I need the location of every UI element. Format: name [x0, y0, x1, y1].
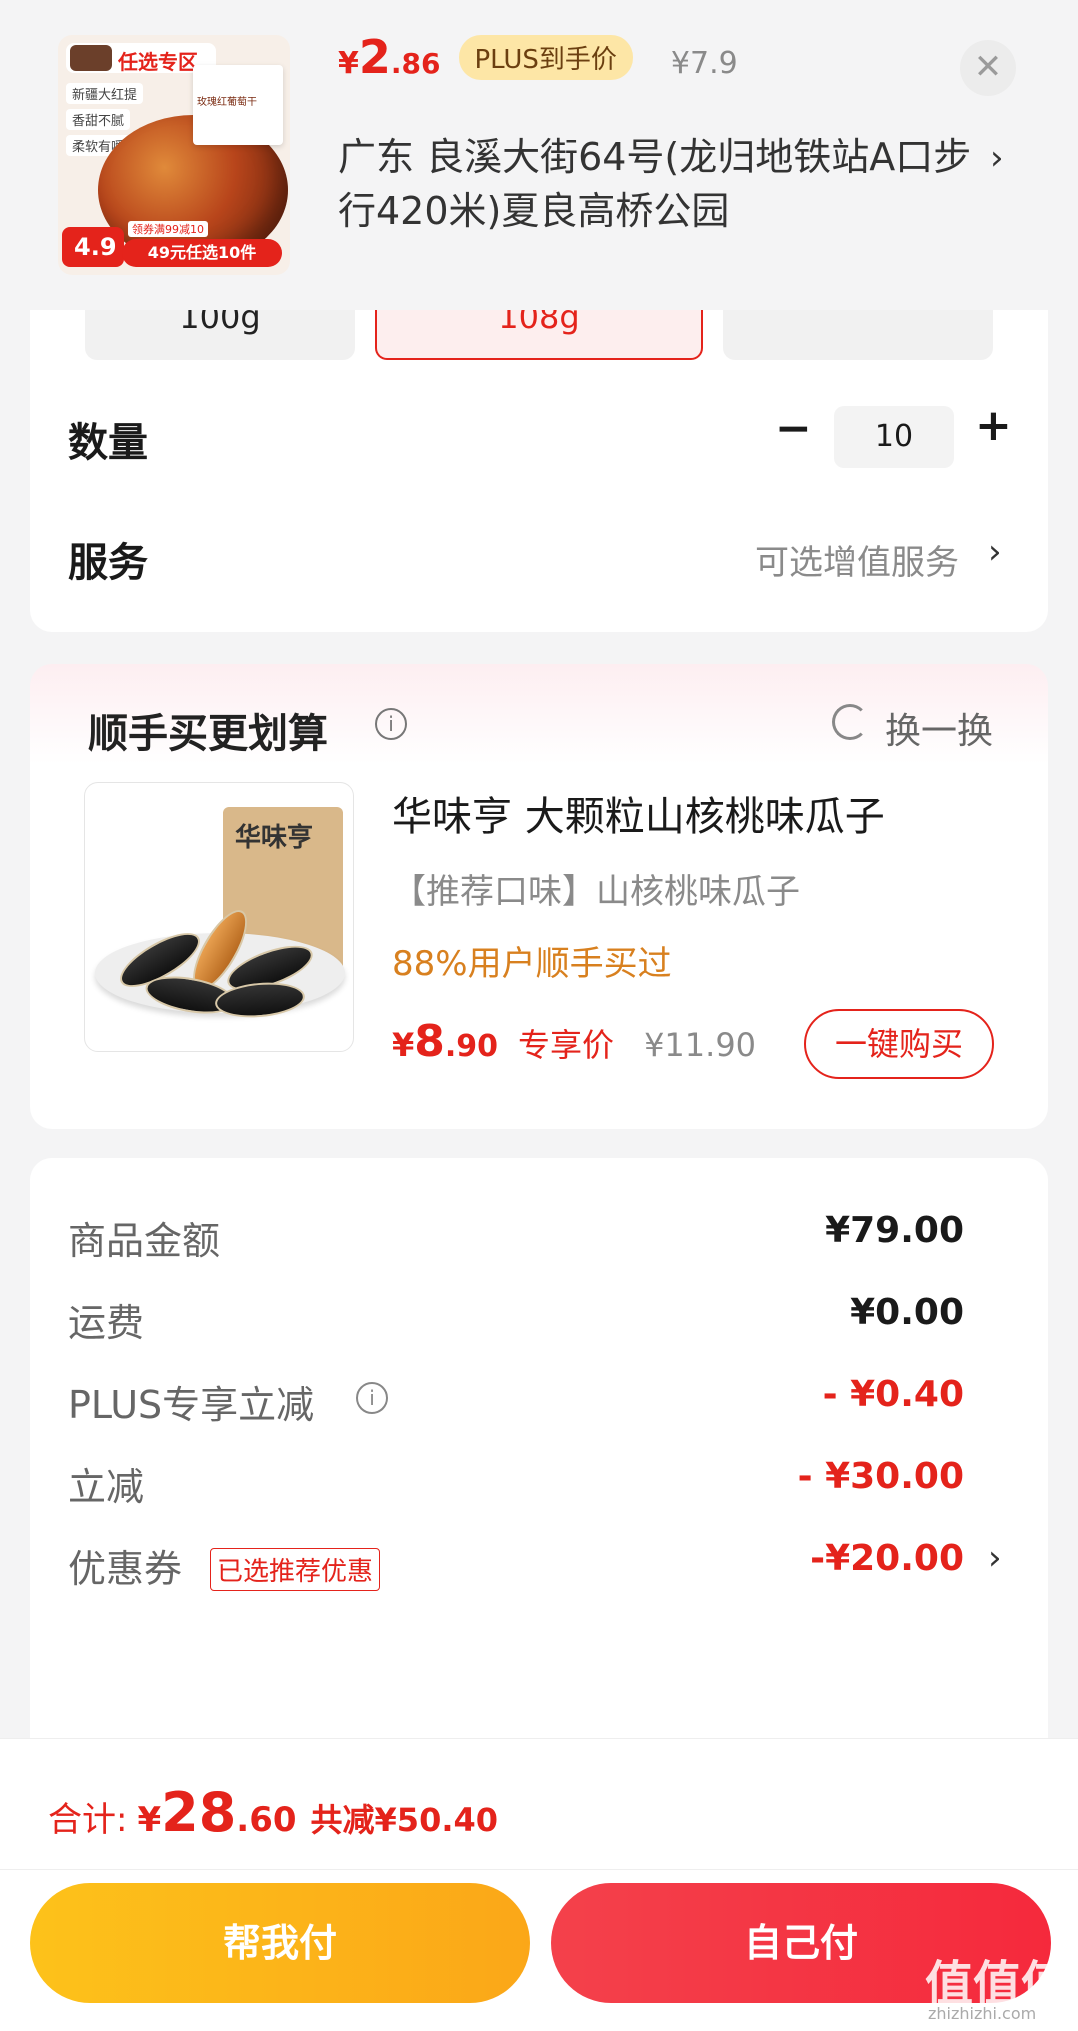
shipping-value: ¥0.00: [850, 1292, 964, 1333]
price-integer: 8: [414, 1016, 445, 1067]
quantity-minus-button[interactable]: −: [775, 403, 812, 454]
refresh-button[interactable]: 换一换: [885, 702, 993, 754]
goods-amount-value: ¥79.00: [825, 1210, 964, 1251]
coupon-hint: 领券满99减10: [128, 221, 208, 237]
shipping-label: 运费: [68, 1301, 145, 1345]
promo-zone-label: 任选专区: [118, 50, 198, 74]
chevron-right-icon[interactable]: ›: [988, 1538, 1002, 1578]
price-currency: ¥: [338, 46, 359, 81]
watermark-url: zhizhizhi.com: [928, 2004, 1037, 2023]
recommendation-card: 顺手买更划算 i 换一换 华味亨 华味亨 大颗粒山核桃味瓜子 【推荐口味】山核桃…: [30, 664, 1048, 1129]
shipping-address[interactable]: 广东 良溪大街64号(龙归地铁站A口步行420米)夏良高桥公园: [338, 130, 978, 238]
package-label: 玫瑰红葡萄干: [197, 97, 257, 108]
price-currency: ¥: [392, 1026, 415, 1064]
price-line: ¥ 2 .86 PLUS到手价 ¥7.9: [338, 30, 738, 90]
summary-row-discount: 立减 - ¥30.00: [30, 1456, 1048, 1516]
price-decimal: .86: [390, 47, 441, 80]
coupon-label: 优惠券: [68, 1547, 183, 1591]
refresh-icon[interactable]: [832, 704, 868, 740]
divider: [0, 1869, 1078, 1870]
summary-row-goods: 商品金额 ¥79.00: [30, 1210, 1048, 1270]
feature-tag: 新疆大红提: [66, 83, 144, 104]
brand-logo-icon: [70, 45, 112, 71]
total-decimal: .60: [236, 1800, 297, 1840]
chevron-right-icon[interactable]: ›: [988, 532, 1002, 572]
original-price: ¥11.90: [644, 1026, 757, 1064]
product-bag-title: 华味亨: [235, 823, 314, 853]
plus-discount-label: PLUS专享立减: [68, 1383, 315, 1427]
total-line: 合计: ¥ 28 .60 共减¥50.40: [48, 1781, 498, 1844]
quantity-plus-button[interactable]: +: [975, 400, 1012, 451]
bought-together-rate: 88%用户顺手买过: [392, 944, 672, 984]
info-icon[interactable]: i: [356, 1382, 388, 1414]
service-label: 服务: [68, 540, 148, 586]
package-image: 玫瑰红葡萄干: [193, 65, 283, 145]
product-header: 任选专区 新疆大红提 香甜不腻 柔软有嚼劲 玫瑰红葡萄干 4.9 领券满99减1…: [0, 0, 1078, 310]
total-integer: 28: [161, 1781, 237, 1844]
recommendation-title: 顺手买更划算: [88, 711, 328, 757]
goods-amount-label: 商品金额: [68, 1219, 221, 1263]
quantity-input[interactable]: 10: [834, 406, 954, 468]
exclusive-price-label: 专享价: [518, 1026, 615, 1064]
recommended-product-image[interactable]: 华味亨: [84, 782, 354, 1052]
info-icon[interactable]: i: [375, 708, 407, 740]
chevron-right-icon[interactable]: ›: [990, 138, 1004, 178]
service-value[interactable]: 可选增值服务: [755, 535, 959, 584]
order-summary-card: 商品金额 ¥79.00 运费 ¥0.00 PLUS专享立减 i - ¥0.40 …: [30, 1158, 1048, 1758]
help-me-pay-button[interactable]: 帮我付: [30, 1883, 530, 2003]
promo-banner: 49元任选10件: [122, 239, 282, 267]
recommended-product-flavor: 【推荐口味】山核桃味瓜子: [392, 872, 800, 912]
total-label: 合计:: [48, 1800, 128, 1840]
feature-tag: 香甜不腻: [66, 109, 131, 130]
one-click-buy-button[interactable]: 一键购买: [804, 1009, 994, 1079]
total-saved: 共减¥50.40: [310, 1801, 499, 1839]
close-button[interactable]: ✕: [960, 40, 1016, 96]
instant-discount-value: - ¥30.00: [797, 1456, 964, 1497]
close-icon: ✕: [973, 47, 1003, 87]
summary-row-plus: PLUS专享立减 i - ¥0.40: [30, 1374, 1048, 1434]
summary-row-coupon[interactable]: 优惠券 已选推荐优惠 -¥20.00 ›: [30, 1538, 1048, 1598]
instant-discount-label: 立减: [68, 1465, 145, 1509]
plus-discount-value: - ¥0.40: [822, 1374, 964, 1415]
summary-row-shipping: 运费 ¥0.00: [30, 1292, 1048, 1352]
rating-value: 4.9: [74, 233, 117, 261]
recommended-product-name[interactable]: 华味亨 大颗粒山核桃味瓜子: [392, 784, 885, 842]
quantity-label: 数量: [68, 420, 148, 466]
total-currency: ¥: [137, 1800, 162, 1840]
checkout-bar: 合计: ¥ 28 .60 共减¥50.40 帮我付 自己付: [0, 1738, 1078, 2031]
plus-price-badge: PLUS到手价: [458, 34, 633, 80]
recommended-price-line: ¥ 8 .90 专享价 ¥11.90: [392, 1016, 756, 1067]
original-price: ¥7.9: [670, 46, 738, 81]
price-integer: 2: [358, 30, 391, 84]
coupon-selected-tag: 已选推荐优惠: [210, 1548, 381, 1591]
rating-badge: 4.9: [62, 227, 124, 267]
price-decimal: .90: [444, 1029, 499, 1064]
product-thumbnail: 任选专区 新疆大红提 香甜不腻 柔软有嚼劲 玫瑰红葡萄干 4.9 领券满99减1…: [58, 35, 290, 275]
coupon-value[interactable]: -¥20.00: [810, 1538, 964, 1579]
